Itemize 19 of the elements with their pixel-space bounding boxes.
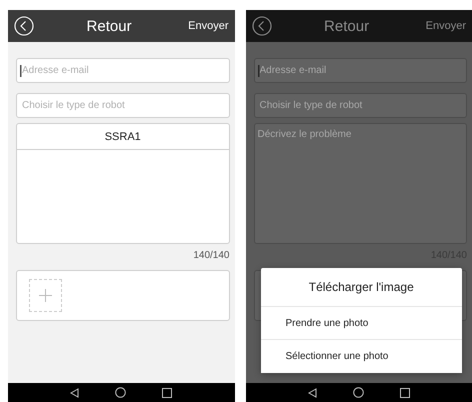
send-button[interactable]: Envoyer [426, 20, 466, 32]
home-icon[interactable] [352, 387, 364, 398]
email-field[interactable]: Adresse e-mail [254, 58, 467, 83]
back-icon[interactable] [252, 16, 272, 36]
home-icon[interactable] [115, 387, 126, 398]
recents-icon[interactable] [162, 388, 172, 398]
character-counter: 140/140 [193, 250, 230, 261]
back-icon[interactable] [308, 388, 317, 398]
send-button[interactable]: Envoyer [188, 20, 228, 32]
dialog-option[interactable]: Sélectionner une photo [260, 340, 462, 373]
recents-icon[interactable] [400, 388, 410, 398]
dialog-option[interactable]: Prendre une photo [260, 307, 462, 340]
header-title: Retour [86, 18, 133, 34]
plus-icon [39, 289, 52, 302]
back-icon[interactable] [70, 388, 80, 398]
robot-type-field[interactable]: Choisir le type de robot [254, 93, 467, 118]
header-title: Retour [323, 18, 370, 34]
description-field[interactable]: Décrivez le problème [254, 124, 466, 243]
robot-option[interactable]: SSRA1 [17, 124, 228, 150]
